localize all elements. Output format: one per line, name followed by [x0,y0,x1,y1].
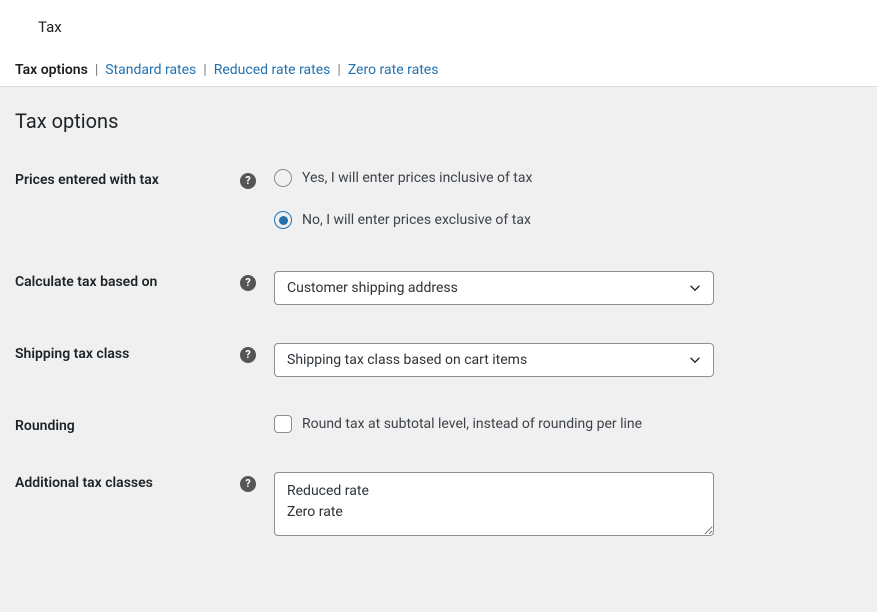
subtabs: Tax options | Standard rates | Reduced r… [0,54,877,87]
radio-prices-inclusive[interactable]: Yes, I will enter prices inclusive of ta… [274,169,862,187]
label-additional-classes: Additional tax classes [15,472,240,491]
tab-standard-rates[interactable]: Standard rates [105,62,196,78]
radio-prices-exclusive[interactable]: No, I will enter prices exclusive of tax [274,211,862,229]
row-prices-entered-with-tax: Prices entered with tax ? Yes, I will en… [15,169,862,229]
label-rounding: Rounding [15,415,240,434]
select-shipping-tax-class[interactable]: Shipping tax class based on cart items [274,343,714,377]
tab-separator: | [203,62,206,78]
page-header-title: Tax [38,18,62,36]
help-icon[interactable]: ? [240,476,256,492]
tab-separator: | [95,62,98,78]
select-value: Shipping tax class based on cart items [274,343,714,377]
tab-reduced-rate-rates[interactable]: Reduced rate rates [214,62,331,78]
tab-tax-options[interactable]: Tax options [15,62,88,78]
radio-label-exclusive: No, I will enter prices exclusive of tax [302,212,531,228]
tab-separator: | [337,62,340,78]
row-additional-tax-classes: Additional tax classes ? [15,472,862,540]
settings-content: Tax options Prices entered with tax ? Ye… [0,87,877,612]
row-calculate-tax-based-on: Calculate tax based on ? Customer shippi… [15,271,862,305]
checkbox-rounding[interactable]: Round tax at subtotal level, instead of … [274,415,862,433]
checkbox-label-rounding: Round tax at subtotal level, instead of … [302,416,642,432]
help-icon[interactable]: ? [240,173,256,189]
radio-indicator [274,169,292,187]
select-calculate-tax[interactable]: Customer shipping address [274,271,714,305]
help-icon[interactable]: ? [240,275,256,291]
radio-indicator [274,211,292,229]
page-header: Tax [0,0,877,54]
label-prices-entered: Prices entered with tax [15,169,240,188]
checkbox-indicator [274,415,292,433]
label-calculate-based: Calculate tax based on [15,271,240,290]
help-icon[interactable]: ? [240,347,256,363]
label-shipping-class: Shipping tax class [15,343,240,362]
tab-zero-rate-rates[interactable]: Zero rate rates [348,62,439,78]
row-rounding: Rounding Round tax at subtotal level, in… [15,415,862,434]
textarea-additional-tax-classes[interactable] [274,472,714,536]
section-heading: Tax options [15,109,862,133]
radio-label-inclusive: Yes, I will enter prices inclusive of ta… [302,170,532,186]
row-shipping-tax-class: Shipping tax class ? Shipping tax class … [15,343,862,377]
select-value: Customer shipping address [274,271,714,305]
